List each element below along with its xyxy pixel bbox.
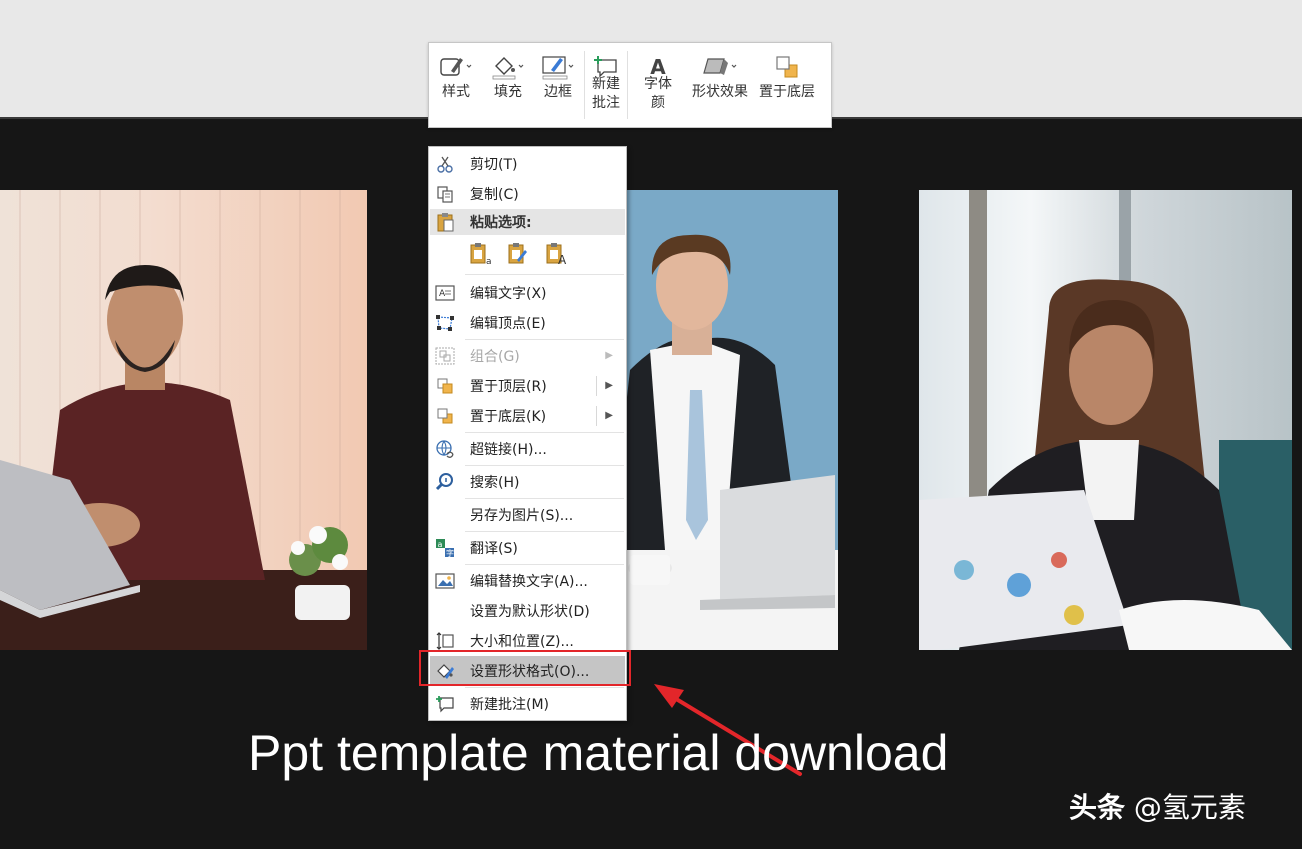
menu-separator — [465, 432, 624, 433]
new-comment-icon — [430, 689, 460, 719]
menu-separator — [465, 465, 624, 466]
clipboard-icon — [430, 209, 460, 235]
svg-text:a: a — [438, 540, 443, 549]
menu-separator — [465, 274, 624, 275]
outline-label: 边框 — [544, 84, 572, 100]
scissors-icon — [430, 149, 460, 179]
alt-text-image-icon — [430, 566, 460, 596]
svg-text:a: a — [486, 257, 491, 266]
bring-to-front-icon — [430, 371, 460, 401]
pen-outline-icon — [540, 51, 576, 83]
fill-button[interactable]: 填充 — [483, 43, 533, 127]
submenu-divider — [596, 376, 597, 396]
menu-separator — [465, 498, 624, 499]
menu-item-label: 编辑文字(X) — [470, 286, 547, 302]
search-icon — [430, 467, 460, 497]
submenu-arrow-icon: ▶ — [605, 410, 613, 421]
paste-text-only-icon[interactable]: A — [543, 241, 569, 267]
menu-separator — [465, 687, 624, 688]
submenu-arrow-icon: ▶ — [605, 380, 613, 391]
menu-item-label: 超链接(H)... — [470, 442, 547, 458]
menu-item-search[interactable]: 搜索(H) — [430, 467, 625, 497]
shape-effects-icon — [700, 51, 740, 83]
photo-woman-laptop[interactable] — [919, 190, 1292, 650]
menu-item-edit-alt-text[interactable]: 编辑替换文字(A)... — [430, 566, 625, 596]
translate-icon: a字 — [430, 533, 460, 563]
set-default-shape-icon — [430, 596, 460, 626]
svg-text:A: A — [439, 289, 446, 299]
svg-text:字: 字 — [446, 548, 454, 558]
save-as-picture-icon — [430, 500, 460, 530]
highlight-box — [419, 650, 631, 686]
shape-effects-label: 形状效果 — [692, 84, 748, 100]
menu-item-new-comment[interactable]: 新建批注(M) — [430, 689, 625, 719]
style-label: 样式 — [442, 84, 470, 100]
menu-item-edit-points[interactable]: 编辑顶点(E) — [430, 308, 625, 338]
menu-separator — [465, 531, 624, 532]
mini-toolbar: 样式 填充 边框 新建 批注 A 字体 颜 形状效果 置于底层 — [428, 42, 832, 128]
send-to-back-icon — [430, 401, 460, 431]
toolbar-divider — [627, 51, 628, 119]
font-color-label: 字体 颜 — [644, 76, 672, 111]
copy-icon — [430, 179, 460, 209]
menu-item-bring-to-front[interactable]: 置于顶层(R) ▶ — [430, 371, 625, 401]
paint-bucket-icon — [490, 51, 526, 83]
photo-man-maroon-shirt[interactable] — [0, 190, 367, 650]
watermark-brand: 头条 — [1069, 791, 1126, 824]
send-to-back-icon — [773, 51, 801, 83]
paste-options-label: 粘贴选项: — [470, 215, 532, 231]
paste-use-destination-theme-icon[interactable]: a — [467, 241, 493, 267]
menu-item-label: 复制(C) — [470, 187, 519, 203]
menu-item-label: 置于顶层(R) — [470, 379, 547, 395]
new-comment-label: 新建 批注 — [592, 76, 620, 111]
menu-item-label: 组合(G) — [470, 349, 520, 365]
fill-label: 填充 — [494, 84, 522, 100]
menu-item-edit-text[interactable]: A 编辑文字(X) — [430, 278, 625, 308]
send-to-back-button[interactable]: 置于底层 — [753, 43, 821, 127]
paste-keep-source-format-icon[interactable] — [505, 241, 531, 267]
style-button[interactable]: 样式 — [429, 43, 483, 127]
shape-style-icon — [438, 51, 474, 83]
menu-item-hyperlink[interactable]: 超链接(H)... — [430, 434, 625, 464]
paste-options-header: 粘贴选项: — [430, 209, 625, 235]
menu-separator — [465, 339, 624, 340]
menu-item-label: 剪切(T) — [470, 157, 518, 173]
menu-item-group[interactable]: 组合(G) ▶ — [430, 341, 625, 371]
toolbar-divider — [584, 51, 585, 119]
shape-effects-button[interactable]: 形状效果 — [687, 43, 753, 127]
menu-item-label: 新建批注(M) — [470, 697, 550, 713]
menu-item-cut[interactable]: 剪切(T) — [430, 149, 625, 179]
submenu-arrow-icon: ▶ — [605, 350, 613, 361]
menu-separator — [465, 564, 624, 565]
menu-item-save-as-picture[interactable]: 另存为图片(S)... — [430, 500, 625, 530]
photo-man-suit-laptop[interactable] — [590, 190, 838, 650]
svg-text:A: A — [558, 253, 567, 266]
menu-item-set-default-shape[interactable]: 设置为默认形状(D) — [430, 596, 625, 626]
group-icon — [430, 341, 460, 371]
menu-item-label: 编辑替换文字(A)... — [470, 574, 588, 590]
menu-item-label: 搜索(H) — [470, 475, 520, 491]
menu-item-label: 大小和位置(Z)... — [470, 634, 574, 650]
hyperlink-globe-icon — [430, 434, 460, 464]
menu-item-label: 置于底层(K) — [470, 409, 547, 425]
context-menu: 剪切(T) 复制(C) 粘贴选项: a A A 编辑文字(X) 编辑顶点(E) … — [428, 146, 627, 721]
send-to-back-label: 置于底层 — [759, 84, 815, 100]
outline-button[interactable]: 边框 — [533, 43, 583, 127]
submenu-divider — [596, 406, 597, 426]
menu-item-label: 编辑顶点(E) — [470, 316, 546, 332]
edit-points-icon — [430, 308, 460, 338]
new-comment-button[interactable]: 新建 批注 — [586, 43, 626, 127]
menu-item-label: 设置为默认形状(D) — [470, 604, 590, 620]
font-color-button[interactable]: A 字体 颜 — [629, 43, 687, 127]
watermark: 头条 @氢元素 — [1069, 786, 1246, 826]
menu-item-copy[interactable]: 复制(C) — [430, 179, 625, 209]
paste-options-row: a A — [467, 241, 569, 269]
slide-caption: Ppt template material download — [248, 725, 949, 781]
edit-text-icon: A — [430, 278, 460, 308]
menu-item-send-to-back[interactable]: 置于底层(K) ▶ — [430, 401, 625, 431]
menu-item-label: 翻译(S) — [470, 541, 518, 557]
menu-item-translate[interactable]: a字 翻译(S) — [430, 533, 625, 563]
menu-item-label: 另存为图片(S)... — [470, 508, 574, 524]
watermark-handle: @氢元素 — [1133, 791, 1246, 824]
